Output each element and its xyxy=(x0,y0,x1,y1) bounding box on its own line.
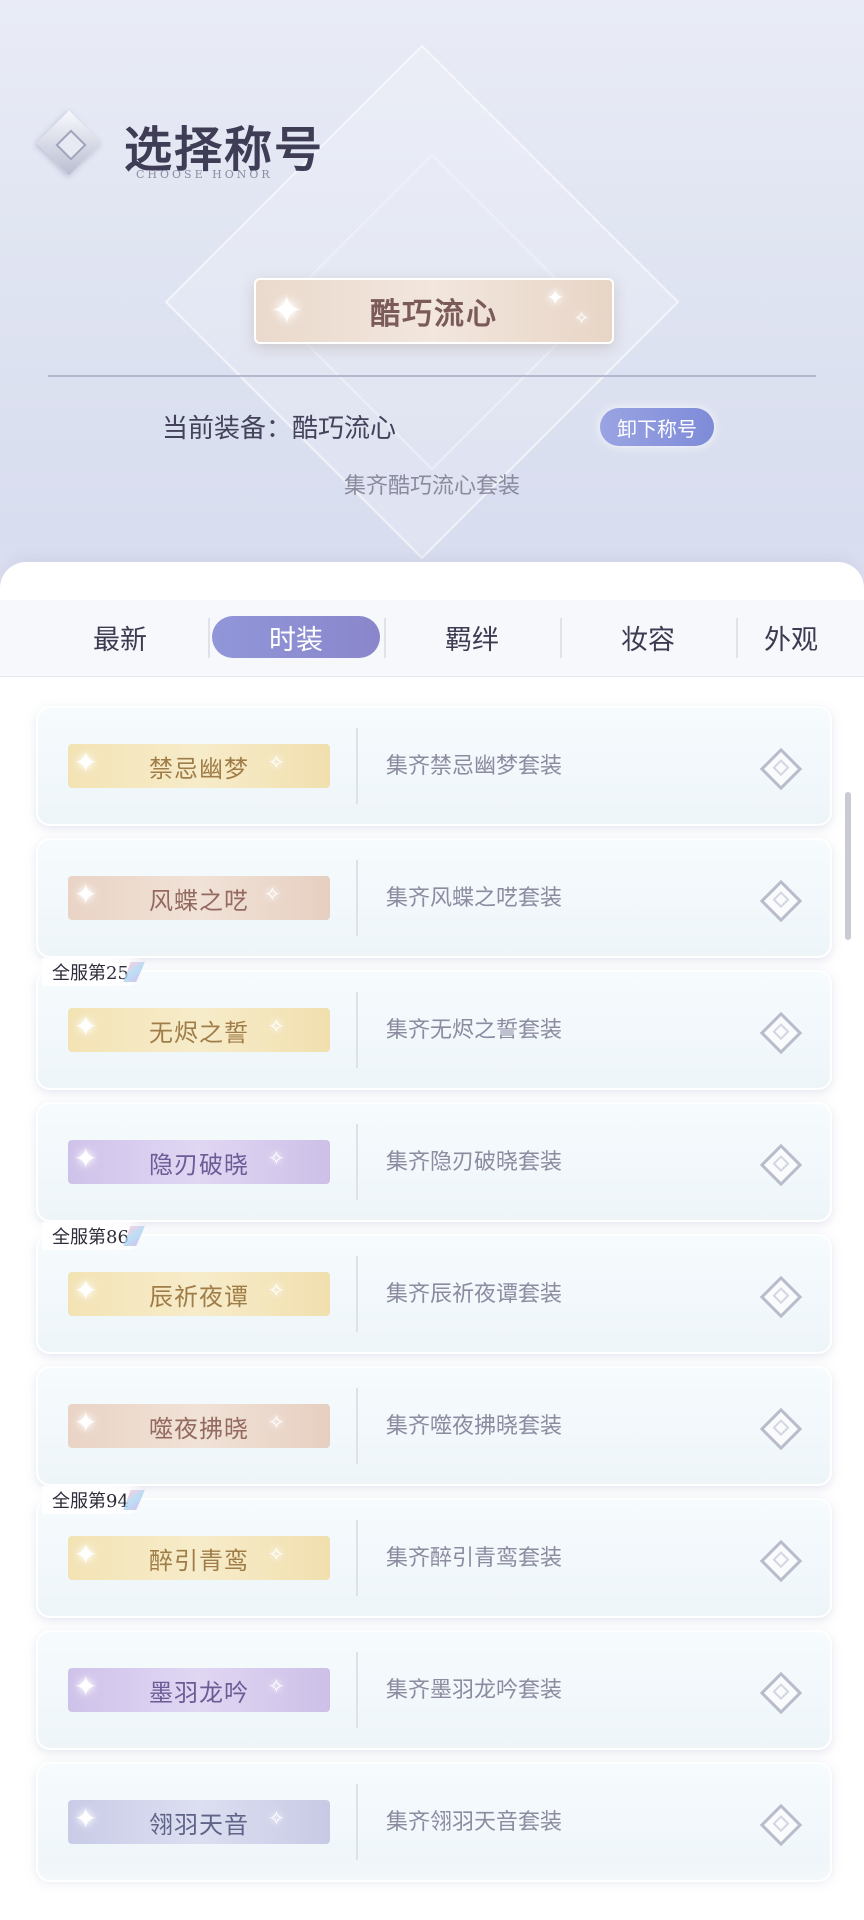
title-tag: ✦ ✧ 禁忌幽梦 xyxy=(68,744,330,788)
sparkle-icon: ✦ xyxy=(74,1802,98,1835)
sparkle-icon: ✧ xyxy=(574,308,590,329)
title-tag: ✦ ✧ 醉引青鸾 xyxy=(68,1536,330,1580)
title-condition: 集齐辰祈夜谭套装 xyxy=(386,1282,563,1307)
title-name: 墨羽龙吟 xyxy=(149,1678,249,1707)
select-diamond-icon[interactable] xyxy=(759,1407,803,1451)
unequip-title-button[interactable]: 卸下称号 xyxy=(600,408,714,446)
title-name: 辰祈夜谭 xyxy=(149,1282,249,1311)
sparkle-icon: ✦ xyxy=(74,1538,98,1571)
title-name: 醉引青鸾 xyxy=(149,1546,249,1575)
title-condition: 集齐噬夜拂晓套装 xyxy=(386,1414,563,1439)
title-card[interactable]: ✦ ✧ 风蝶之呓 集齐风蝶之呓套装 xyxy=(36,838,832,958)
current-equip-label: 当前装备：酷巧流心 xyxy=(162,414,397,444)
title-name: 禁忌幽梦 xyxy=(149,754,249,783)
title-tag: ✦ ✧ 噬夜拂晓 xyxy=(68,1404,330,1448)
select-diamond-icon[interactable] xyxy=(759,879,803,923)
title-name: 隐刃破晓 xyxy=(149,1150,249,1179)
title-card[interactable]: 全服第94 ✦ ✧ 醉引青鸾 集齐醉引青鸾套装 xyxy=(36,1486,832,1618)
select-diamond-icon[interactable] xyxy=(759,1539,803,1583)
sparkle-icon: ✧ xyxy=(268,1674,285,1698)
title-name: 风蝶之呓 xyxy=(149,886,249,915)
title-condition: 集齐隐刃破晓套装 xyxy=(386,1150,563,1175)
sparkle-icon: ✦ xyxy=(74,878,98,911)
title-card[interactable]: ✦ ✧ 墨羽龙吟 集齐墨羽龙吟套装 xyxy=(36,1630,832,1750)
title-card[interactable]: ✦ ✧ 禁忌幽梦 集齐禁忌幽梦套装 xyxy=(36,706,832,826)
list-scrollbar[interactable] xyxy=(845,792,851,940)
category-tabs: 最新 时装 羁绊 妆容 外观 xyxy=(0,600,864,677)
tab-bond[interactable]: 羁绊 xyxy=(392,616,552,658)
title-condition: 集齐墨羽龙吟套装 xyxy=(386,1678,563,1703)
sparkle-icon: ✧ xyxy=(268,1014,285,1038)
title-tag: ✦ ✧ 墨羽龙吟 xyxy=(68,1668,330,1712)
title-condition: 集齐无烬之誓套装 xyxy=(386,1018,563,1043)
title-condition: 集齐翎羽天音套装 xyxy=(386,1810,563,1835)
current-title-banner: ✦ ✦ ✧ 酷巧流心 xyxy=(254,278,614,344)
title-tag: ✦ ✧ 隐刃破晓 xyxy=(68,1140,330,1184)
select-diamond-icon[interactable] xyxy=(759,1143,803,1187)
tab-makeup[interactable]: 妆容 xyxy=(568,616,728,658)
title-tag: ✦ ✧ 辰祈夜谭 xyxy=(68,1272,330,1316)
server-rank-badge: 全服第86 xyxy=(42,1222,147,1250)
divider xyxy=(48,375,816,377)
title-name: 翎羽天音 xyxy=(149,1810,249,1839)
select-diamond-icon[interactable] xyxy=(759,747,803,791)
title-card[interactable]: ✦ ✧ 噬夜拂晓 集齐噬夜拂晓套装 xyxy=(36,1366,832,1486)
server-rank-badge: 全服第25 xyxy=(42,958,147,986)
page-subtitle: CHOOSE HONOR xyxy=(136,168,273,181)
sparkle-icon: ✦ xyxy=(270,288,304,334)
select-diamond-icon[interactable] xyxy=(759,1803,803,1847)
select-diamond-icon[interactable] xyxy=(759,1011,803,1055)
server-rank-badge: 全服第94 xyxy=(42,1486,147,1514)
sparkle-icon: ✦ xyxy=(74,1010,98,1043)
title-card[interactable]: 全服第86 ✦ ✧ 辰祈夜谭 集齐辰祈夜谭套装 xyxy=(36,1222,832,1354)
sparkle-icon: ✧ xyxy=(268,1146,285,1170)
current-title-condition: 集齐酷巧流心套装 xyxy=(343,474,520,499)
title-card[interactable]: ✦ ✧ 隐刃破晓 集齐隐刃破晓套装 xyxy=(36,1102,832,1222)
tab-fashion[interactable]: 时装 xyxy=(212,616,380,658)
sparkle-icon: ✧ xyxy=(268,1806,285,1830)
bottom-fade xyxy=(0,1860,864,1920)
current-title-text: 酷巧流心 xyxy=(370,297,498,332)
sparkle-icon: ✧ xyxy=(268,1542,285,1566)
sparkle-icon: ✦ xyxy=(74,1274,98,1307)
sparkle-icon: ✧ xyxy=(268,750,285,774)
title-name: 噬夜拂晓 xyxy=(149,1414,249,1443)
title-card[interactable]: 全服第25 ✦ ✧ 无烬之誓 集齐无烬之誓套装 xyxy=(36,958,832,1090)
tab-newest[interactable]: 最新 xyxy=(40,616,200,658)
select-diamond-icon[interactable] xyxy=(759,1275,803,1319)
title-condition: 集齐禁忌幽梦套装 xyxy=(386,754,563,779)
sparkle-icon: ✦ xyxy=(74,1670,98,1703)
sparkle-icon: ✧ xyxy=(268,1410,285,1434)
sparkle-icon: ✧ xyxy=(264,882,281,906)
title-condition: 集齐醉引青鸾套装 xyxy=(386,1546,563,1571)
sparkle-icon: ✦ xyxy=(546,286,565,311)
sparkle-icon: ✦ xyxy=(74,1406,98,1439)
back-button[interactable] xyxy=(34,108,104,178)
sparkle-icon: ✦ xyxy=(74,746,98,779)
select-diamond-icon[interactable] xyxy=(759,1671,803,1715)
tab-appearance[interactable]: 外观 xyxy=(764,616,864,658)
title-tag: ✦ ✧ 风蝶之呓 xyxy=(68,876,330,920)
title-tag: ✦ ✧ 翎羽天音 xyxy=(68,1800,330,1844)
title-name: 无烬之誓 xyxy=(149,1018,249,1047)
title-tag: ✦ ✧ 无烬之誓 xyxy=(68,1008,330,1052)
sparkle-icon: ✦ xyxy=(74,1142,98,1175)
title-condition: 集齐风蝶之呓套装 xyxy=(386,886,563,911)
sparkle-icon: ✧ xyxy=(268,1278,285,1302)
